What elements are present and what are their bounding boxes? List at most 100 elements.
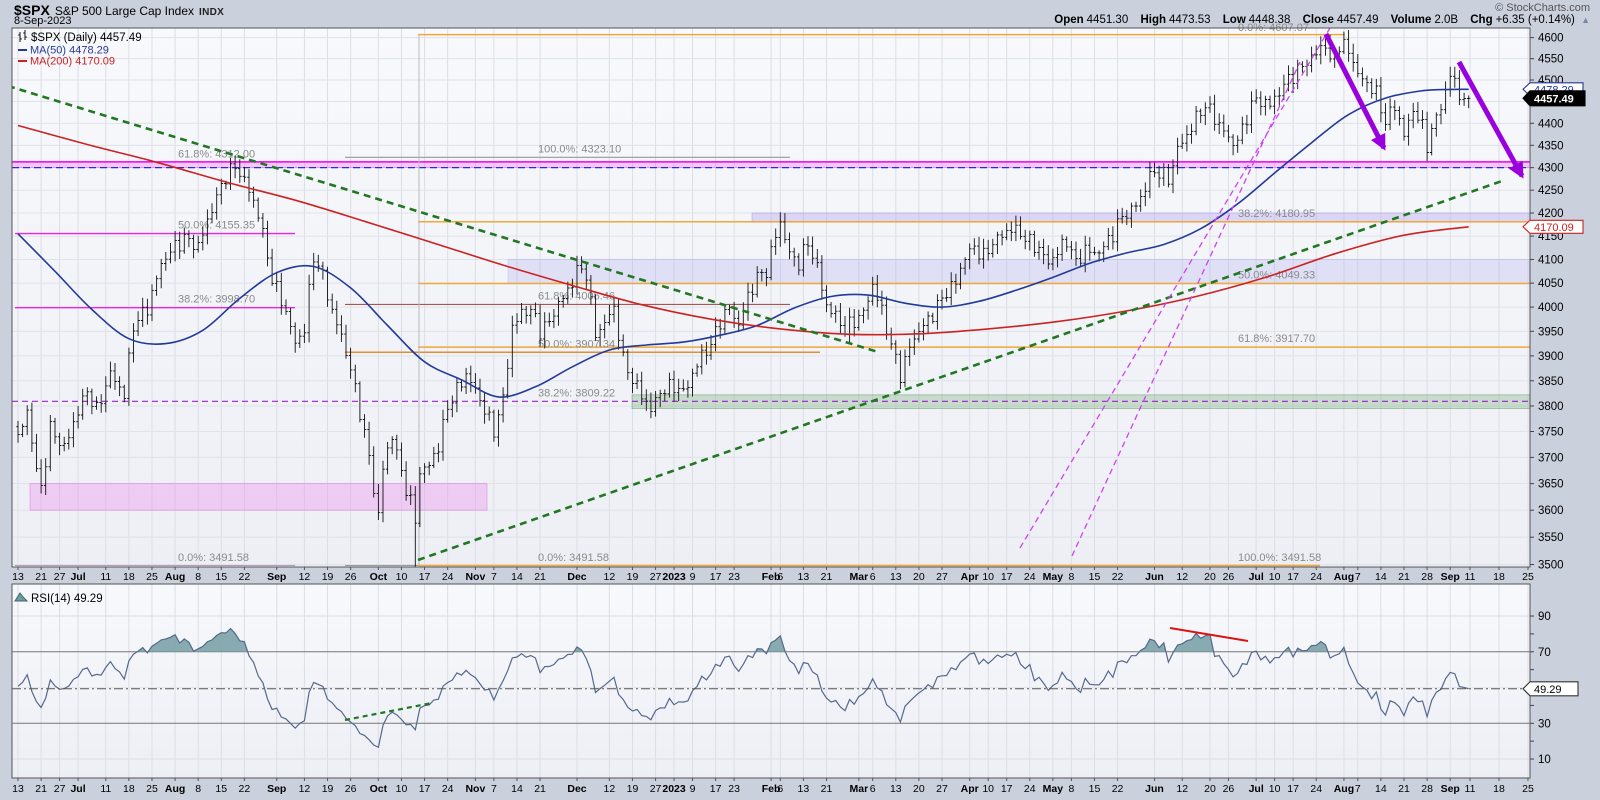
svg-text:6: 6 (777, 783, 783, 795)
svg-text:100.0%: 4323.10: 100.0%: 4323.10 (538, 143, 621, 155)
svg-text:61.8%: 4005.46: 61.8%: 4005.46 (538, 290, 615, 302)
svg-text:Jul: Jul (70, 571, 85, 583)
up-arrow-icon: ▲ (1581, 15, 1590, 25)
svg-text:17: 17 (1001, 571, 1013, 583)
svg-text:11: 11 (1465, 783, 1476, 795)
svg-text:Jun: Jun (1145, 571, 1164, 583)
svg-text:13: 13 (798, 571, 810, 583)
svg-text:Dec: Dec (567, 571, 586, 583)
svg-text:19: 19 (627, 571, 639, 583)
svg-text:15: 15 (1089, 571, 1101, 583)
svg-text:6: 6 (870, 783, 876, 795)
svg-text:25: 25 (1522, 571, 1534, 583)
svg-text:21: 21 (821, 571, 833, 583)
svg-text:25: 25 (1522, 783, 1534, 795)
svg-text:22: 22 (239, 571, 251, 583)
svg-text:15: 15 (215, 783, 227, 795)
svg-text:13: 13 (12, 783, 24, 795)
svg-text:Sep: Sep (1441, 783, 1460, 795)
svg-text:38.2%: 4180.95: 38.2%: 4180.95 (1238, 208, 1315, 220)
svg-text:27: 27 (54, 783, 66, 795)
svg-text:12: 12 (1176, 783, 1188, 795)
svg-text:Oct: Oct (370, 783, 388, 795)
low-value: 4448.38 (1248, 14, 1291, 26)
svg-text:7: 7 (1355, 571, 1361, 583)
chart-date: 8-Sep-2023 (14, 15, 72, 27)
chg-value: +6.35 (+0.14%) (1495, 14, 1575, 26)
svg-text:17: 17 (1001, 783, 1013, 795)
svg-text:70: 70 (1538, 647, 1551, 659)
svg-text:90: 90 (1538, 611, 1551, 623)
svg-text:Sep: Sep (267, 571, 286, 583)
svg-text:7: 7 (1355, 783, 1361, 795)
svg-text:17: 17 (1287, 571, 1299, 583)
exchange-label: INDX (199, 7, 225, 18)
svg-text:20: 20 (913, 571, 925, 583)
svg-text:Sep: Sep (267, 783, 286, 795)
svg-text:30: 30 (1538, 718, 1551, 730)
svg-text:3800: 3800 (1538, 401, 1564, 413)
svg-text:12: 12 (604, 783, 616, 795)
svg-text:15: 15 (1089, 783, 1101, 795)
svg-text:14: 14 (511, 571, 523, 583)
svg-text:20: 20 (1204, 783, 1216, 795)
svg-text:4200: 4200 (1538, 208, 1564, 220)
svg-text:21: 21 (35, 783, 47, 795)
svg-text:13: 13 (12, 571, 24, 583)
svg-text:4550: 4550 (1538, 54, 1564, 66)
svg-text:15: 15 (215, 571, 227, 583)
svg-text:13: 13 (798, 783, 810, 795)
svg-text:61.8%: 3917.70: 61.8%: 3917.70 (1238, 333, 1315, 345)
copyright-label: © StockCharts.com (1495, 2, 1590, 14)
svg-text:23: 23 (728, 571, 740, 583)
svg-text:Aug: Aug (1334, 783, 1354, 795)
svg-text:Nov: Nov (465, 783, 485, 795)
svg-text:4170.09: 4170.09 (1534, 222, 1574, 234)
svg-text:17: 17 (419, 571, 431, 583)
svg-text:4350: 4350 (1538, 140, 1564, 152)
svg-text:19: 19 (627, 783, 639, 795)
svg-text:4250: 4250 (1538, 185, 1564, 197)
stockcharts-chart: $SPX S&P 500 Large Cap Index INDX © StockC… (0, 0, 1600, 800)
svg-text:21: 21 (1398, 783, 1410, 795)
svg-text:14: 14 (511, 783, 523, 795)
svg-text:3650: 3650 (1538, 479, 1564, 491)
svg-text:7: 7 (491, 783, 497, 795)
svg-text:Aug: Aug (1334, 571, 1354, 583)
svg-text:Aug: Aug (165, 783, 185, 795)
svg-text:25: 25 (146, 783, 158, 795)
svg-text:4100: 4100 (1538, 254, 1564, 266)
chart-canvas: 61.8%: 4312.0050.0%: 4155.3538.2%: 3998.… (0, 0, 1600, 800)
svg-text:12: 12 (1176, 571, 1188, 583)
svg-text:0.0%: 3491.58: 0.0%: 3491.58 (538, 552, 609, 564)
svg-text:26: 26 (1223, 571, 1235, 583)
svg-text:3600: 3600 (1538, 505, 1564, 517)
svg-text:$SPX (Daily) 4457.49: $SPX (Daily) 4457.49 (31, 32, 142, 44)
svg-text:27: 27 (650, 571, 662, 583)
svg-text:3950: 3950 (1538, 326, 1564, 338)
open-value: 4451.30 (1086, 14, 1129, 26)
chart-header: $SPX S&P 500 Large Cap Index INDX © StockC… (0, 0, 1600, 27)
svg-text:2023: 2023 (662, 571, 686, 583)
svg-text:RSI(14) 49.29: RSI(14) 49.29 (31, 593, 103, 605)
svg-text:0.0%: 3491.58: 0.0%: 3491.58 (178, 552, 249, 564)
svg-text:Apr: Apr (961, 783, 979, 795)
svg-text:28: 28 (1421, 783, 1433, 795)
svg-text:17: 17 (1287, 783, 1299, 795)
svg-text:9: 9 (690, 571, 696, 583)
svg-text:17: 17 (710, 571, 722, 583)
svg-text:MA(200) 4170.09: MA(200) 4170.09 (30, 56, 115, 68)
close-label: Close (1302, 14, 1334, 26)
svg-text:100.0%: 3491.58: 100.0%: 3491.58 (1238, 552, 1321, 564)
svg-text:50.0%: 3907.34: 50.0%: 3907.34 (538, 338, 615, 350)
svg-text:4457.49: 4457.49 (1534, 93, 1574, 105)
svg-text:Mar: Mar (849, 571, 868, 583)
svg-text:12: 12 (299, 571, 311, 583)
svg-text:24: 24 (1310, 571, 1322, 583)
svg-text:3500: 3500 (1538, 560, 1564, 572)
volume-value: 2.0B (1434, 14, 1459, 26)
svg-text:27: 27 (650, 783, 662, 795)
svg-text:26: 26 (1223, 783, 1235, 795)
svg-text:6: 6 (870, 571, 876, 583)
svg-text:17: 17 (419, 783, 431, 795)
